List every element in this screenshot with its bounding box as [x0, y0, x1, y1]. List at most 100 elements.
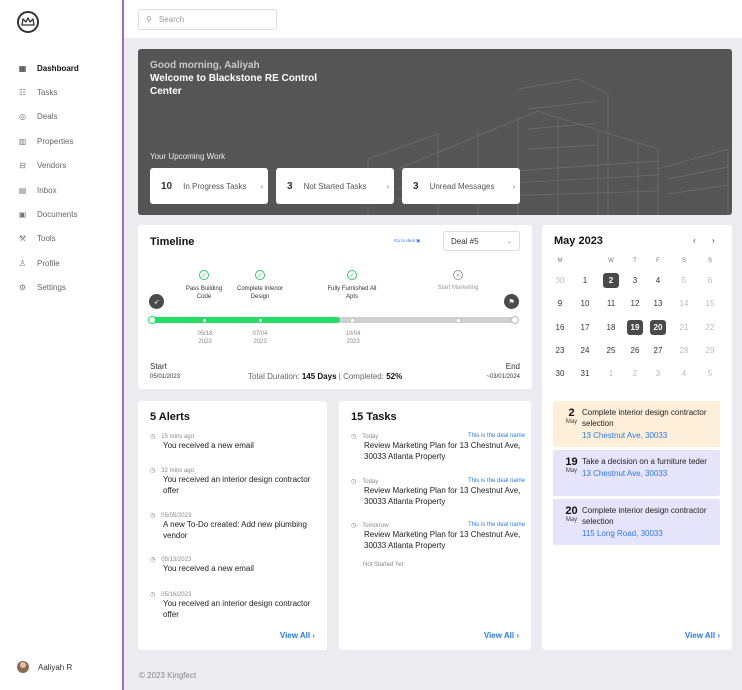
calendar-view-all-link[interactable]: View All › — [685, 631, 720, 640]
tasks-view-all-link[interactable]: View All › — [484, 631, 519, 640]
calendar-day[interactable]: 4 — [676, 366, 692, 381]
calendar-day[interactable]: 24 — [577, 343, 593, 358]
deal-select[interactable]: Deal #5 ⌄ — [443, 231, 520, 251]
duration-value: 145 Days — [301, 372, 337, 381]
event-body: Complete interior design contractor sele… — [582, 505, 712, 539]
timeline-start-node — [148, 316, 156, 324]
calendar-day[interactable]: 5 — [702, 366, 718, 381]
in-progress-count: 10 — [161, 180, 173, 192]
user-profile[interactable]: Aaliyah R — [17, 661, 72, 673]
alert-item[interactable]: ◷ 32 mins ago You received an interior des… — [150, 467, 318, 496]
calendar-day[interactable]: 4 — [650, 273, 666, 288]
unread-messages-card[interactable]: 3 Unread Messages › — [402, 168, 520, 204]
event-title: Complete interior design contractor sele… — [582, 506, 707, 526]
event-address-link[interactable]: 13 Chestnut Ave, 30033 — [582, 468, 712, 479]
calendar-day[interactable]: 20 — [650, 319, 666, 335]
alert-item[interactable]: ◷ 05/16/2023 You received an interior desi… — [150, 591, 318, 620]
sidebar-item-tasks[interactable]: ☷ Tasks — [0, 80, 122, 104]
calendar-day[interactable]: 18 — [603, 320, 619, 335]
chevron-down-icon: ⌄ — [506, 238, 512, 245]
clock-icon: ◷ — [150, 513, 156, 519]
alert-item[interactable]: ◷ 05/13/2023 You received a new email — [150, 556, 318, 574]
in-progress-tasks-card[interactable]: 10 In Progress Tasks › — [150, 168, 268, 204]
deal-select-value: Deal #5 — [451, 236, 479, 246]
grid-icon: ▦ — [18, 63, 27, 73]
task-text: Review Marketing Plan for 13 Chestnut Av… — [364, 441, 521, 461]
calendar-day[interactable]: 31 — [577, 366, 593, 381]
crown-logo-icon[interactable] — [17, 11, 39, 33]
calendar-day[interactable]: 28 — [676, 343, 692, 358]
calendar-day[interactable]: 29 — [702, 343, 718, 358]
not-started-tasks-card[interactable]: 3 Not Started Tasks › — [276, 168, 394, 204]
search-input[interactable]: ⚲ Search — [138, 9, 277, 30]
calendar-day[interactable]: 12 — [627, 296, 643, 311]
calendar-day[interactable]: 14 — [676, 296, 692, 311]
alerts-panel: 5 Alerts ◷ 15 mins ago You received a new … — [138, 401, 327, 650]
timeline-title: Timeline — [150, 236, 195, 248]
sidebar-item-label: Documents — [37, 210, 78, 220]
calendar-day[interactable]: 26 — [627, 343, 643, 358]
sidebar-item-inbox[interactable]: ▤ Inbox — [0, 178, 122, 202]
calendar-day[interactable]: 11 — [603, 296, 619, 311]
alerts-view-all-link[interactable]: View All › — [280, 631, 315, 640]
task-deal-link[interactable]: This is the deal name — [468, 522, 525, 528]
calendar-event[interactable]: 20 May Complete interior design contractor… — [553, 499, 720, 545]
calendar-day[interactable]: 23 — [552, 343, 568, 358]
sidebar-item-vendors[interactable]: ⊟ Vendors — [0, 154, 122, 178]
milestone-label: Complete Interior Design — [236, 286, 284, 300]
calendar-day[interactable]: 9 — [552, 296, 568, 311]
calendar-day[interactable]: 6 — [702, 273, 718, 288]
calendar-day[interactable]: 13 — [650, 296, 666, 311]
event-address-link[interactable]: 13 Chestnut Ave, 30033 — [582, 430, 712, 441]
sidebar-item-tools[interactable]: ⚒ Tools — [0, 227, 122, 251]
alert-time: 32 mins ago — [161, 467, 194, 474]
sidebar-item-properties[interactable]: ▥ Properties — [0, 129, 122, 153]
book-icon: ⊟ — [19, 161, 26, 171]
calendar-day[interactable]: 5 — [676, 273, 692, 288]
calendar-day[interactable]: 15 — [702, 296, 718, 311]
documents-icon: ▣ — [18, 210, 27, 220]
calendar-day[interactable]: 19 — [627, 319, 643, 335]
sidebar-item-documents[interactable]: ▣ Documents — [0, 202, 122, 226]
sidebar-item-deals[interactable]: ◎ Deals — [0, 105, 122, 129]
task-item[interactable]: ◷ Today This is the deal name Review Market… — [351, 478, 525, 507]
task-item[interactable]: ◷ Tomorrow This is the deal name Review Mar… — [351, 522, 525, 551]
calendar-event[interactable]: 2 May Complete interior design contractor … — [553, 401, 720, 447]
calendar-day[interactable]: 17 — [577, 320, 593, 335]
task-item[interactable]: ◷ Today This is the deal name Review Market… — [351, 433, 525, 462]
alert-item[interactable]: ◷ 05/05/2023 A new To-Do created: Add new … — [150, 512, 318, 541]
sidebar-item-profile[interactable]: ♙ Profile — [0, 251, 122, 275]
calendar-weekday: M — [557, 258, 563, 264]
calendar-day[interactable]: 10 — [577, 296, 593, 311]
task-text: Review Marketing Plan for 13 Chestnut Av… — [364, 530, 521, 550]
go-to-deal-link[interactable]: Go to deal ▣ — [394, 238, 420, 244]
calendar-day[interactable]: 2 — [603, 273, 619, 288]
milestone-check-icon: ✓ — [347, 270, 357, 280]
calendar-day[interactable]: 30 — [552, 366, 568, 381]
task-deal-link[interactable]: This is the deal name — [468, 478, 525, 484]
calendar-day[interactable]: 3 — [627, 273, 643, 288]
sidebar-item-label: Tasks — [37, 88, 58, 98]
welcome-title: Welcome to Blackstone RE Control Center — [150, 73, 318, 97]
calendar-day[interactable]: 16 — [552, 320, 568, 335]
calendar-day[interactable]: 3 — [650, 366, 666, 381]
event-address-link[interactable]: 115 Long Road, 30033 — [582, 528, 712, 539]
calendar-day[interactable]: 25 — [603, 343, 619, 358]
calendar-day[interactable]: 21 — [676, 320, 692, 335]
calendar-event[interactable]: 19 May Take a decision on a furniture tede… — [553, 450, 720, 496]
end-date: ~03/01/2024 — [486, 374, 520, 380]
calendar-day[interactable]: 1 — [577, 273, 593, 288]
calendar-day[interactable]: 1 — [603, 366, 619, 381]
alert-item[interactable]: ◷ 15 mins ago You received a new email — [150, 433, 318, 451]
calendar-next-icon[interactable]: › — [712, 236, 715, 245]
calendar-prev-icon[interactable]: ‹ — [693, 236, 696, 245]
task-deal-link[interactable]: This is the deal name — [468, 433, 525, 439]
chevron-right-icon: › — [260, 181, 263, 191]
calendar-day[interactable]: 2 — [627, 366, 643, 381]
sidebar-item-settings[interactable]: ⚙ Settings — [0, 276, 122, 300]
calendar-day[interactable]: 30 — [552, 273, 568, 288]
calendar-day[interactable]: 27 — [650, 343, 666, 358]
sidebar-item-dashboard[interactable]: ▦ Dashboard — [0, 56, 122, 80]
alert-text: You received a new email — [163, 564, 254, 573]
calendar-day[interactable]: 22 — [702, 320, 718, 335]
